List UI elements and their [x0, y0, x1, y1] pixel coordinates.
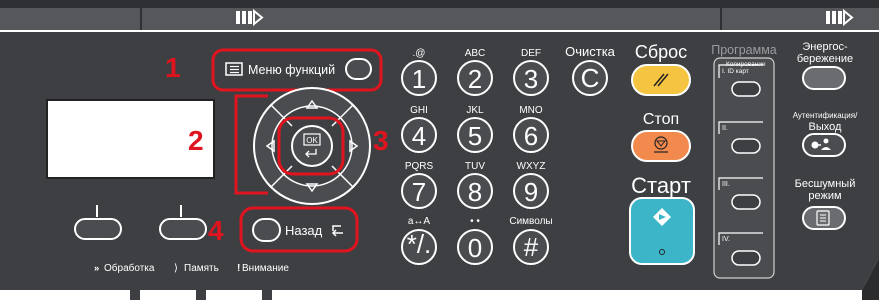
- attention-indicator: ! Внимание: [237, 263, 289, 274]
- panel-svg: Меню функций 1 2 3 4 OK Назад .@ ABC DEF…: [0, 0, 879, 300]
- key-sub-0: • •: [470, 216, 480, 227]
- key-2[interactable]: 2: [457, 60, 493, 96]
- svg-text:2: 2: [468, 64, 482, 94]
- program-button-4[interactable]: [731, 250, 761, 266]
- strip-divider: [720, 8, 722, 30]
- svg-text:C: C: [581, 63, 600, 93]
- memory-label: Память: [184, 263, 219, 274]
- key-hash[interactable]: #: [513, 229, 549, 265]
- svg-text:*/.: */.: [407, 229, 432, 259]
- top-edge: [0, 0, 879, 8]
- svg-text:#: #: [524, 232, 539, 262]
- foot: [130, 290, 140, 300]
- svg-text:3: 3: [524, 64, 538, 94]
- ok-label: OK: [306, 136, 318, 145]
- stop-label: Стоп: [643, 111, 679, 128]
- quiet-label-2: режим: [808, 190, 841, 202]
- svg-text:0: 0: [468, 233, 482, 263]
- reset-label: Сброс: [635, 42, 687, 62]
- key-sub-3: DEF: [521, 48, 541, 59]
- program-button-2[interactable]: [731, 138, 761, 154]
- callout-3: 3: [373, 125, 389, 156]
- key-8[interactable]: 8: [457, 173, 493, 209]
- ok-button[interactable]: [291, 125, 333, 167]
- quiet-label-1: Бесшумный: [795, 178, 856, 190]
- auth-label-2: Выход: [809, 121, 842, 133]
- svg-text:6: 6: [524, 121, 538, 151]
- key-star[interactable]: */.: [401, 229, 437, 265]
- svg-text:4: 4: [412, 121, 426, 151]
- menu-button[interactable]: [345, 58, 372, 80]
- menu-label: Меню функций: [248, 63, 335, 77]
- key-4[interactable]: 4: [401, 117, 437, 153]
- key-sub-5: JKL: [466, 105, 484, 116]
- key-sub-1: .@: [413, 48, 426, 59]
- callout-4: 4: [208, 215, 224, 246]
- back-button[interactable]: [252, 218, 281, 242]
- svg-text:!: !: [237, 263, 240, 274]
- energy-label-1: Энергос-: [802, 41, 848, 53]
- control-panel: Меню функций 1 2 3 4 OK Назад .@ ABC DEF…: [0, 0, 879, 300]
- clear-label: Очистка: [565, 44, 616, 59]
- program-slot-4-label: IV.: [722, 236, 730, 243]
- strip-divider: [140, 8, 142, 30]
- program-title: Программа: [711, 43, 777, 57]
- reset-button[interactable]: [631, 64, 691, 96]
- softkey-tick: [96, 205, 98, 217]
- key-3[interactable]: 3: [513, 60, 549, 96]
- key-sub-8: TUV: [465, 161, 485, 172]
- program-slot-1-label-a: Копирование: [726, 61, 766, 68]
- processing-indicator: » Обработка: [94, 262, 155, 274]
- svg-text:7: 7: [412, 177, 426, 207]
- svg-text:⟩: ⟩: [174, 263, 178, 274]
- foot: [262, 290, 272, 300]
- program-slot-2-label: II.: [722, 125, 728, 132]
- foot: [196, 290, 206, 300]
- attention-label: Внимание: [242, 263, 289, 274]
- svg-text:1: 1: [412, 64, 426, 94]
- auth-button[interactable]: [802, 133, 846, 157]
- start-label: Старт: [631, 173, 691, 198]
- key-sub-4: GHI: [410, 105, 428, 116]
- key-sub-star: a↔A: [408, 216, 431, 227]
- key-7[interactable]: 7: [401, 173, 437, 209]
- energy-label-2: бережение: [797, 53, 853, 65]
- key-5[interactable]: 5: [457, 117, 493, 153]
- program-button-3[interactable]: [731, 194, 761, 210]
- processing-label: Обработка: [104, 262, 155, 274]
- svg-text:9: 9: [524, 177, 538, 207]
- energy-button[interactable]: [802, 66, 846, 90]
- key-sub-9: WXYZ: [517, 161, 546, 172]
- right-softkey[interactable]: [159, 218, 207, 240]
- key-sub-7: PQRS: [405, 161, 434, 172]
- program-button-1[interactable]: [731, 81, 761, 97]
- clear-button[interactable]: C: [572, 60, 608, 96]
- svg-text:5: 5: [468, 121, 482, 151]
- back-label: Назад: [285, 223, 323, 238]
- key-sub-6: MNO: [519, 105, 543, 116]
- svg-text:»: »: [94, 263, 99, 274]
- callout-2: 2: [188, 125, 204, 156]
- callout-1: 1: [165, 52, 181, 83]
- key-6[interactable]: 6: [513, 117, 549, 153]
- svg-text:8: 8: [468, 177, 482, 207]
- key-sub-2: ABC: [465, 48, 486, 59]
- key-sub-hash: Символы: [509, 216, 552, 227]
- left-softkey[interactable]: [74, 218, 122, 240]
- auth-label-1: Аутентификация/: [793, 111, 858, 120]
- key-0[interactable]: 0: [457, 229, 493, 265]
- softkey-tick: [180, 205, 182, 217]
- program-slot-3-label: III.: [722, 181, 730, 188]
- program-slot-1-label-b: I. ID карт: [722, 68, 749, 75]
- key-9[interactable]: 9: [513, 173, 549, 209]
- key-1[interactable]: 1: [401, 60, 437, 96]
